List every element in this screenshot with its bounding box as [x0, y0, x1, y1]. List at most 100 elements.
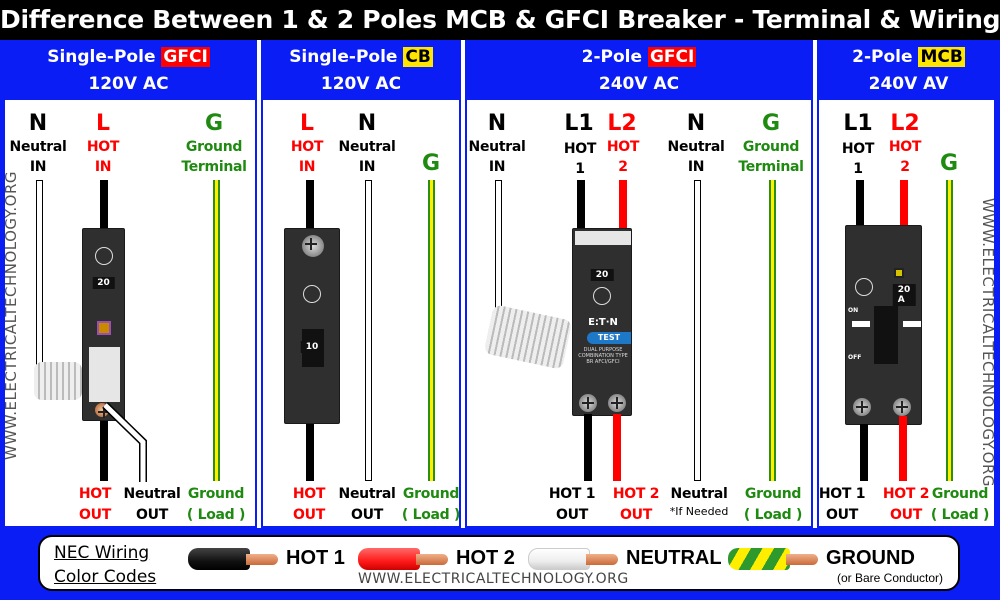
terminal-label: Terminal: [738, 159, 804, 175]
heading-prefix: 2-Pole: [852, 47, 913, 67]
panel-heading-single-pole-cb: Single-Pole CB 120V AC: [261, 40, 461, 100]
terminal-out-label: HOT 2: [612, 486, 660, 502]
legend-item-hot1: HOT 1: [188, 547, 345, 570]
terminal-out-label: Neutral: [338, 486, 396, 502]
terminal-label: IN: [488, 159, 506, 175]
terminal-out-label: Ground: [931, 486, 989, 502]
bulb-icon: [855, 278, 873, 296]
terminal-screw: [302, 235, 324, 257]
terminal-out-label: HOT 1: [818, 486, 866, 502]
panel-heading-two-pole-gfci: 2-Pole GFCI 240V AC: [465, 40, 813, 100]
terminal-label: 2: [900, 159, 910, 175]
terminal-out-label: OUT: [556, 507, 588, 523]
terminal-label: Neutral: [667, 139, 725, 155]
website-url: WWW.ELECTRICALTECHNOLOGY.ORG: [358, 571, 629, 587]
neutral-pigtail-coil: [34, 362, 82, 400]
breaker-rating: 10: [300, 341, 324, 353]
terminal-out-label: OUT: [136, 507, 168, 523]
brand-logo: E:T·N: [588, 317, 618, 328]
breaker-label-plate: [89, 347, 120, 402]
terminal-label: HOT: [841, 141, 875, 157]
terminal-label: Neutral: [338, 139, 396, 155]
breaker-rating: 20 A: [892, 284, 916, 306]
hot2-in-wire: [900, 180, 908, 227]
terminal-label: HOT: [563, 141, 597, 157]
hot1-out-wire: [584, 414, 592, 481]
heading-tag: GFCI: [647, 47, 697, 67]
terminal-letter: L2: [607, 111, 637, 136]
terminal-out-label: Ground: [744, 486, 802, 502]
hot1-in-wire: [856, 180, 864, 227]
terminal-out-label: OUT: [826, 507, 858, 523]
hot-in-wire: [100, 180, 108, 230]
terminal-label: IN: [298, 159, 316, 175]
terminal-out-label: HOT: [292, 486, 326, 502]
circuit-breaker: 10: [284, 228, 340, 424]
terminal-out-label: Ground: [187, 486, 245, 502]
terminal-label: IN: [687, 159, 705, 175]
terminal-screw: [853, 398, 871, 416]
page-title: Difference Between 1 & 2 Poles MCB & GFC…: [0, 0, 1000, 40]
terminal-letter: G: [761, 111, 781, 136]
legend-label: NEUTRAL: [626, 547, 722, 569]
neutral-in-wire: [495, 180, 502, 315]
terminal-label: HOT: [290, 139, 324, 155]
terminal-letter: L: [299, 111, 315, 136]
two-pole-mcb: 20 A ON OFF: [845, 225, 922, 425]
neutral-out-wire: [102, 402, 147, 482]
black-wire-icon: [188, 547, 278, 570]
test-button[interactable]: TEST: [587, 332, 631, 344]
panel-heading-single-pole-gfci: Single-Pole GFCI 120V AC: [0, 40, 257, 100]
red-wire-icon: [358, 547, 448, 570]
terminal-label: Neutral: [468, 139, 526, 155]
terminal-out-label: ( Load ): [743, 507, 803, 523]
terminal-label: HOT: [888, 139, 922, 155]
watermark-left: WWW.ELECTRICALTECHNOLOGY.ORG: [2, 170, 20, 460]
hot2-out-wire: [899, 416, 907, 481]
bulb-icon: [593, 287, 611, 305]
ground-wire: [769, 180, 776, 481]
terminal-label: IN: [94, 159, 112, 175]
wiring-color-legend: NEC Wiring Color Codes HOT 1 HOT 2 NEUTR…: [38, 535, 960, 591]
heading-prefix: Single-Pole: [289, 47, 398, 67]
terminal-out-note: *If Needed: [669, 505, 729, 518]
terminal-label: HOT: [86, 139, 120, 155]
heading-prefix: 2-Pole: [581, 47, 643, 67]
green-yellow-wire-icon: [728, 547, 818, 570]
terminal-out-label: ( Load ): [930, 507, 990, 523]
hot-in-wire: [306, 180, 314, 230]
terminal-letter: G: [939, 151, 959, 176]
legend-item-ground: GROUND: [728, 547, 915, 570]
on-label: ON: [848, 307, 859, 314]
legend-item-hot2: HOT 2: [358, 547, 515, 570]
bulb-icon: [303, 285, 321, 303]
neutral-wire: [365, 180, 372, 481]
watermark-right: WWW.ELECTRICALTECHNOLOGY.ORG: [979, 198, 997, 488]
hot1-in-wire: [577, 180, 585, 230]
toggle-handle[interactable]: [874, 306, 898, 364]
indicator-strip: [852, 321, 870, 327]
terminal-label: Ground: [185, 139, 243, 155]
heading-tag: MCB: [918, 47, 965, 67]
white-wire-icon: [528, 547, 618, 570]
terminal-letter: G: [204, 111, 224, 136]
terminal-letter: N: [28, 111, 48, 136]
hot2-out-wire: [613, 414, 621, 481]
ground-wire: [428, 180, 435, 481]
voltage-label: 240V AV: [868, 74, 949, 94]
terminal-label: Ground: [742, 139, 800, 155]
indicator-strip: [903, 321, 921, 327]
heading-tag: CB: [403, 47, 433, 67]
terminal-screw: [893, 398, 911, 416]
terminal-letter: G: [421, 151, 441, 176]
terminal-label: 2: [618, 159, 628, 175]
bulb-icon: [94, 247, 113, 265]
hot-out-wire: [306, 424, 314, 481]
terminal-out-label: HOT 1: [548, 486, 596, 502]
legend-sublabel: (or Bare Conductor): [837, 571, 944, 585]
terminal-out-label: OUT: [890, 507, 922, 523]
neutral-wire: [694, 180, 701, 481]
terminal-screw: [579, 394, 597, 412]
test-button: [97, 321, 111, 335]
terminal-out-label: Neutral: [123, 486, 181, 502]
